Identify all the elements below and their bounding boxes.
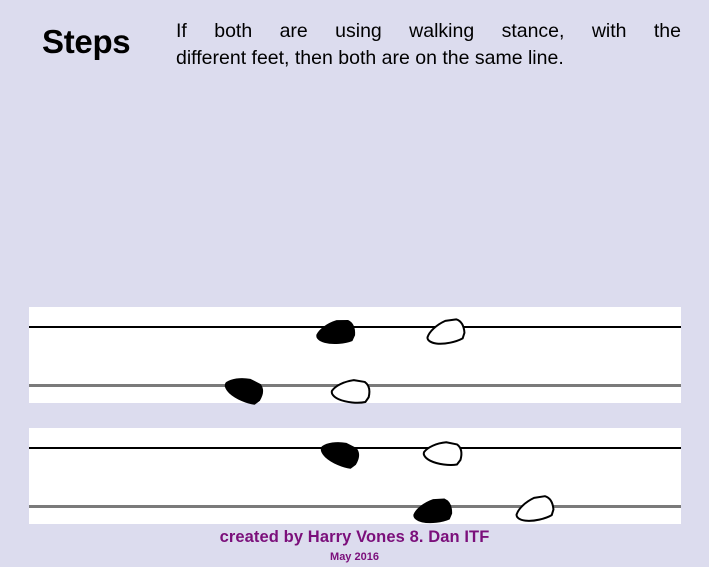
foot-white-1	[426, 318, 468, 348]
foot-white-2	[330, 379, 373, 407]
foot-white-3	[422, 441, 465, 469]
foot-black-2	[224, 377, 266, 405]
header-description: If both are using walking stance, with t…	[176, 18, 681, 72]
header-description-line-2: different feet, then both are on the sam…	[176, 47, 564, 69]
guide-line-gray-2	[29, 505, 681, 508]
slide-canvas: Steps If both are using walking stance, …	[0, 0, 709, 567]
footer-credit: created by Harry Vones 8. Dan ITF	[219, 528, 490, 546]
footer-date: May 2016	[330, 551, 379, 563]
header-description-line-1: If both are using walking stance, with t…	[176, 20, 681, 42]
foot-black-3	[320, 441, 362, 469]
foot-white-4	[515, 495, 557, 525]
foot-black-4	[413, 498, 455, 527]
foot-black-1	[316, 319, 358, 348]
page-title: Steps	[42, 23, 131, 60]
